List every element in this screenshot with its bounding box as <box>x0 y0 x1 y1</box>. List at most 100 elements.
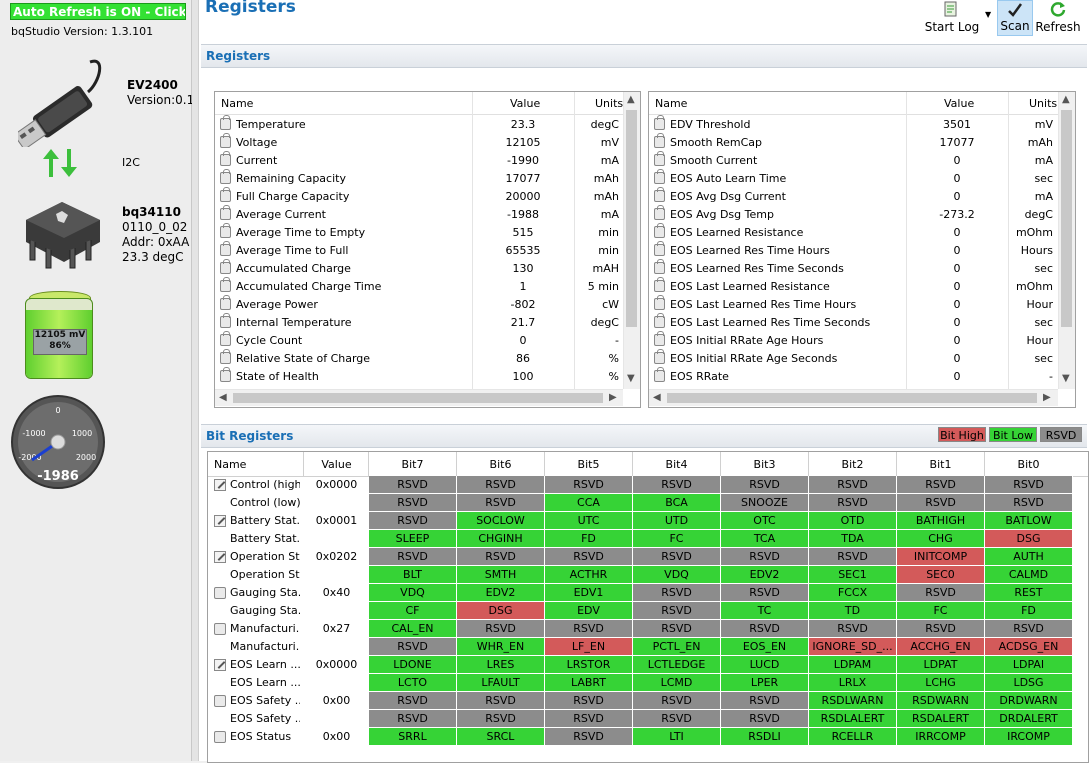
bit-cell[interactable]: LRSTOR <box>545 656 633 673</box>
bit-cell[interactable]: TCA <box>721 530 809 547</box>
scroll-left-icon[interactable]: ◀ <box>653 392 661 403</box>
bit-cell[interactable]: RSVD <box>545 548 633 565</box>
register-value[interactable]: 17077 <box>473 172 573 185</box>
bit-cell[interactable]: RSVD <box>633 710 721 727</box>
bit-cell[interactable]: RCELLR <box>809 728 897 745</box>
bit-cell[interactable]: TDA <box>809 530 897 547</box>
bit-register-row[interactable]: EOS Learn ... 0x0000 LDONE LRES LRSTOR LCTLED… <box>208 656 1088 674</box>
bit-cell[interactable]: RSVD <box>633 476 721 493</box>
bit-cell[interactable]: RSVD <box>545 476 633 493</box>
bit-register-row[interactable]: Manufacturi... 0x27 CAL_EN RSVD RSVD RSVD RSVD… <box>208 620 1088 638</box>
bit-cell[interactable]: LDPAT <box>897 656 985 673</box>
edit-icon[interactable] <box>214 479 226 491</box>
bit-cell[interactable]: LUCD <box>721 656 809 673</box>
bit-cell[interactable]: RSVD <box>809 476 897 493</box>
bit-cell[interactable]: IRRCOMP <box>897 728 985 745</box>
bit-cell[interactable]: DRDALERT <box>985 710 1073 727</box>
bit-cell[interactable]: RSDLWARN <box>809 692 897 709</box>
bit-cell[interactable]: LF_EN <box>545 638 633 655</box>
register-row[interactable]: EOS RRate 0 - <box>649 367 1057 386</box>
bit-cell[interactable]: VDQ <box>633 566 721 583</box>
register-row[interactable]: EOS Initial RRate Age Seconds 0 sec <box>649 349 1057 368</box>
auto-refresh-button[interactable]: Auto Refresh is ON - Click to Tu <box>10 3 186 20</box>
scroll-thumb[interactable] <box>1061 110 1072 327</box>
bit-cell[interactable]: BATLOW <box>985 512 1073 529</box>
register-value[interactable]: 130 <box>473 262 573 275</box>
register-value[interactable]: 0 <box>907 370 1007 383</box>
bit-cell[interactable]: RSVD <box>897 476 985 493</box>
register-row[interactable]: EOS Auto Learn Time 0 sec <box>649 169 1057 188</box>
bit-cell[interactable]: RSVD <box>633 602 721 619</box>
register-value[interactable]: 515 <box>473 226 573 239</box>
register-row[interactable]: Remaining Capacity 17077 mAh <box>215 169 623 188</box>
bit-cell[interactable]: SNOOZE <box>721 494 809 511</box>
bit-cell[interactable]: RSVD <box>721 548 809 565</box>
bit-cell[interactable]: RSVD <box>457 476 545 493</box>
bit-cell[interactable]: RSVD <box>369 638 457 655</box>
register-value[interactable]: 0 <box>907 334 1007 347</box>
bit-cell[interactable]: RSVD <box>545 710 633 727</box>
bit-register-value[interactable]: 0x40 <box>304 586 369 599</box>
register-row[interactable]: Average Time to Empty 515 min <box>215 223 623 242</box>
bit-cell[interactable]: RSVD <box>457 548 545 565</box>
register-row[interactable]: EOS Avg Dsg Temp -273.2 degC <box>649 205 1057 224</box>
register-row[interactable]: EOS Learned Res Time Hours 0 Hours <box>649 241 1057 260</box>
edit-icon[interactable] <box>214 515 226 527</box>
register-value[interactable]: 20000 <box>473 190 573 203</box>
bit-cell[interactable]: LTI <box>633 728 721 745</box>
bit-cell[interactable]: ACTHR <box>545 566 633 583</box>
bit-cell[interactable]: LDSG <box>985 674 1073 691</box>
bit-register-row[interactable]: Control (high) 0x0000 RSVD RSVD RSVD RSVD RSVD… <box>208 476 1088 494</box>
bit-register-row[interactable]: EOS Learn ... LCTO LFAULT LABRT LCMD LPER LRLX… <box>208 674 1088 692</box>
bit-register-value[interactable]: 0x0000 <box>304 658 369 671</box>
scroll-down-icon[interactable]: ▼ <box>627 373 635 384</box>
bit-cell[interactable]: RSVD <box>369 692 457 709</box>
bit-cell[interactable]: RSVD <box>457 710 545 727</box>
register-row[interactable]: EOS Learned Resistance 0 mOhm <box>649 223 1057 242</box>
start-log-dropdown[interactable]: ▼ <box>984 0 994 36</box>
bit-cell[interactable]: RSVD <box>369 476 457 493</box>
bit-cell[interactable]: RSVD <box>985 494 1073 511</box>
bit-cell[interactable]: RSVD <box>369 710 457 727</box>
bit-register-row[interactable]: Operation St... BLTSMTHACTHRVDQEDV2SEC1SE… <box>208 566 1088 584</box>
register-value[interactable]: 0 <box>473 334 573 347</box>
register-value[interactable]: 0 <box>907 262 1007 275</box>
bit-cell[interactable]: EDV2 <box>457 584 545 601</box>
register-row[interactable]: Average Time to Full 65535 min <box>215 241 623 260</box>
bit-register-row[interactable]: Gauging Sta... CFDSGEDVRSVDTCTDFCFD <box>208 602 1088 620</box>
bit-cell[interactable]: BATHIGH <box>897 512 985 529</box>
bit-cell[interactable]: LCTO <box>369 674 457 691</box>
bit-cell[interactable]: RSVD <box>369 494 457 511</box>
bit-cell[interactable]: RSVD <box>985 476 1073 493</box>
register-value[interactable]: 17077 <box>907 136 1007 149</box>
bit-cell[interactable]: SEC0 <box>897 566 985 583</box>
bit-cell[interactable]: IGNORE_SD_... <box>809 638 897 655</box>
register-value[interactable]: 86 <box>473 352 573 365</box>
bit-register-row[interactable]: EOS Safety ... 0x00 RSVD RSVD RSVD RSVD RSVD RS… <box>208 692 1088 710</box>
bit-cell[interactable]: SEC1 <box>809 566 897 583</box>
bit-cell[interactable]: RSVD <box>457 692 545 709</box>
register-row[interactable]: EOS Last Learned Resistance 0 mOhm <box>649 277 1057 296</box>
bit-cell[interactable]: WHR_EN <box>457 638 545 655</box>
bit-cell[interactable]: RSVD <box>897 620 985 637</box>
edit-icon[interactable] <box>214 659 226 671</box>
register-row[interactable]: Accumulated Charge 130 mAH <box>215 259 623 278</box>
bit-cell[interactable]: VDQ <box>369 584 457 601</box>
bit-cell[interactable]: RSVD <box>545 728 633 745</box>
bit-cell[interactable]: EDV1 <box>545 584 633 601</box>
bit-cell[interactable]: RSDLI <box>721 728 809 745</box>
scroll-right-icon[interactable]: ▶ <box>1043 392 1051 403</box>
bit-cell[interactable]: CHG <box>897 530 985 547</box>
bit-cell[interactable]: BCA <box>633 494 721 511</box>
bit-cell[interactable]: CHGINH <box>457 530 545 547</box>
bit-register-row[interactable]: Manufacturi... RSVD WHR_EN LF_EN PCTL_EN EOS_… <box>208 638 1088 656</box>
bit-cell[interactable]: RSVD <box>633 692 721 709</box>
edit-icon[interactable] <box>214 551 226 563</box>
register-value[interactable]: 0 <box>907 280 1007 293</box>
bit-register-row[interactable]: Battery Stat... SLEEP CHGINH FD FC TCA TDA CHG D… <box>208 530 1088 548</box>
bit-cell[interactable]: RSVD <box>369 512 457 529</box>
register-row[interactable]: Average Current -1988 mA <box>215 205 623 224</box>
bit-cell[interactable]: RSVD <box>721 692 809 709</box>
register-row[interactable]: EDV Threshold 3501 mV <box>649 115 1057 134</box>
bit-cell[interactable]: RSVD <box>633 620 721 637</box>
